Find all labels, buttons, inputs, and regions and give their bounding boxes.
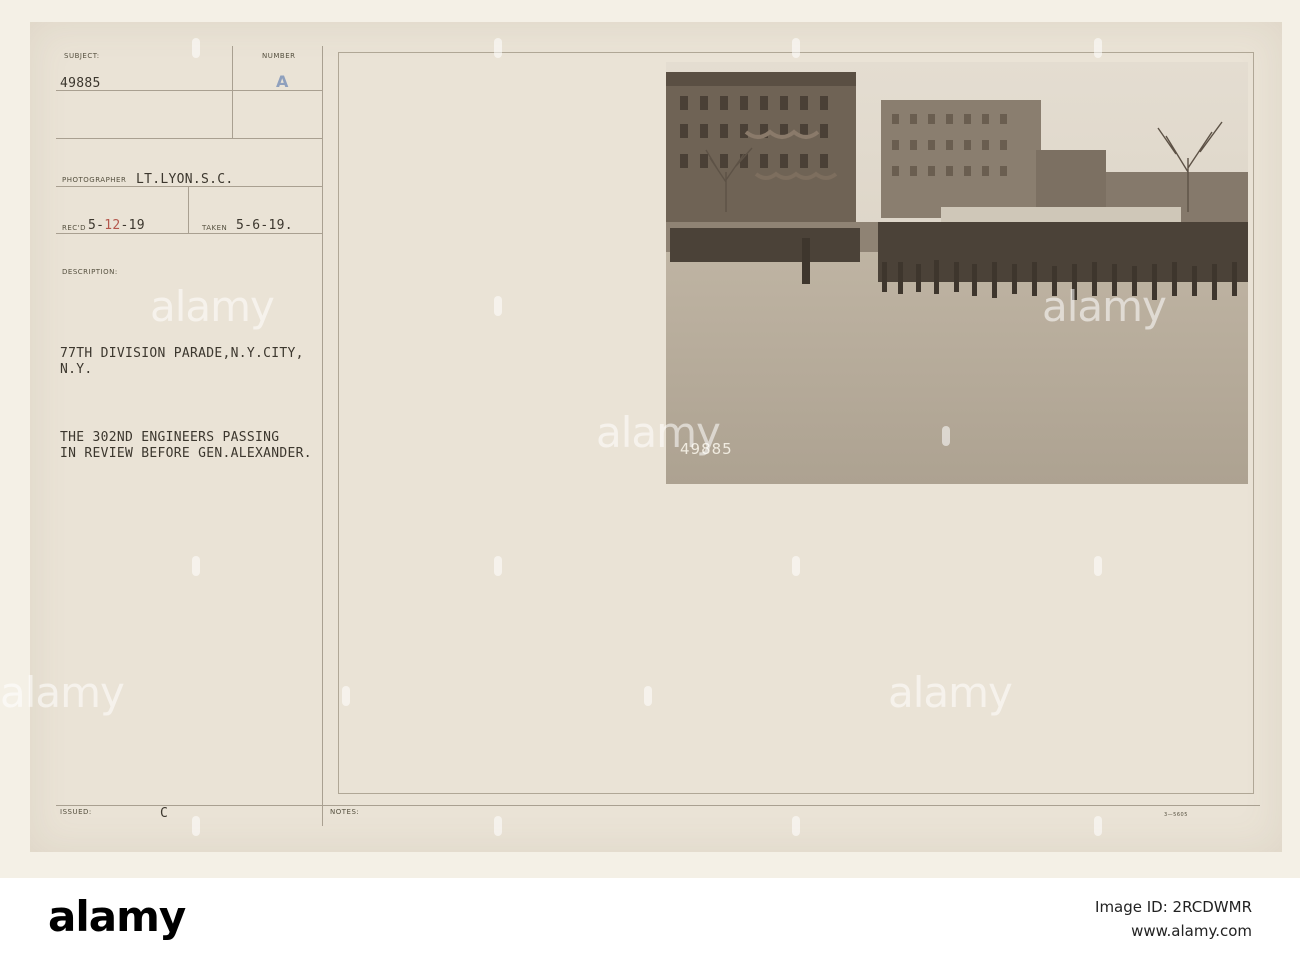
footer-logo: alamy <box>48 892 186 941</box>
watermark-dot <box>644 686 652 706</box>
archive-card: SUBJECT: 49885 NUMBER A PHOTOGRAPHER LT.… <box>0 0 1300 878</box>
watermark: alamy <box>1042 282 1167 331</box>
recd-value-suffix: -19 <box>120 218 145 233</box>
rule <box>232 46 233 138</box>
watermark: alamy <box>596 408 721 457</box>
notes-label: NOTES: <box>330 808 360 816</box>
watermark-dot <box>494 38 502 58</box>
description-label: DESCRIPTION: <box>62 268 118 276</box>
rule <box>56 233 322 234</box>
recd-value: 5-12-19 <box>88 218 145 233</box>
parade-photograph: 49885 <box>666 62 1248 484</box>
description-line-4: IN REVIEW BEFORE GEN.ALEXANDER. <box>60 446 312 461</box>
watermark-dot <box>792 38 800 58</box>
taken-value: 5-6-19. <box>236 218 293 233</box>
recd-label: REC'D <box>62 224 86 232</box>
number-value: A <box>276 72 289 91</box>
description-line-3: THE 302ND ENGINEERS PASSING <box>60 430 280 445</box>
issued-value: C <box>160 806 169 821</box>
watermark: alamy <box>0 668 125 717</box>
watermark-dot <box>1094 816 1102 836</box>
watermark-dot <box>792 556 800 576</box>
watermark-dot <box>1094 38 1102 58</box>
watermark: alamy <box>150 282 275 331</box>
watermark: alamy <box>888 668 1013 717</box>
watermark-dot <box>342 686 350 706</box>
rule <box>56 805 1260 806</box>
recd-value-prefix: 5- <box>88 218 105 233</box>
watermark-dot <box>192 816 200 836</box>
issued-label: ISSUED: <box>60 808 92 816</box>
recd-value-red: 12 <box>104 218 121 233</box>
site-url[interactable]: www.alamy.com <box>1131 922 1252 940</box>
stock-footer: alamy Image ID: 2RCDWMR www.alamy.com <box>0 878 1300 969</box>
subject-label: SUBJECT: <box>64 52 100 60</box>
watermark-dot <box>494 816 502 836</box>
watermark-dot <box>192 556 200 576</box>
watermark-dot <box>942 426 950 446</box>
watermark-dot <box>494 556 502 576</box>
rule <box>322 46 323 826</box>
watermark-dot <box>192 38 200 58</box>
rule <box>188 186 189 233</box>
form-code: 3—5605 <box>1164 812 1188 818</box>
description-line-2: N.Y. <box>60 362 93 377</box>
description-line-1: 77TH DIVISION PARADE,N.Y.CITY, <box>60 346 304 361</box>
watermark-dot <box>1094 556 1102 576</box>
photographer-label: PHOTOGRAPHER <box>62 176 127 184</box>
rule <box>56 138 322 139</box>
subject-value: 49885 <box>60 76 101 91</box>
image-id: Image ID: 2RCDWMR <box>1095 898 1252 916</box>
taken-label: TAKEN <box>202 224 228 232</box>
parade-photo-image <box>666 62 1248 484</box>
photographer-value: LT.LYON.S.C. <box>136 172 234 187</box>
number-label: NUMBER <box>262 52 296 60</box>
watermark-dot <box>792 816 800 836</box>
watermark-dot <box>494 296 502 316</box>
